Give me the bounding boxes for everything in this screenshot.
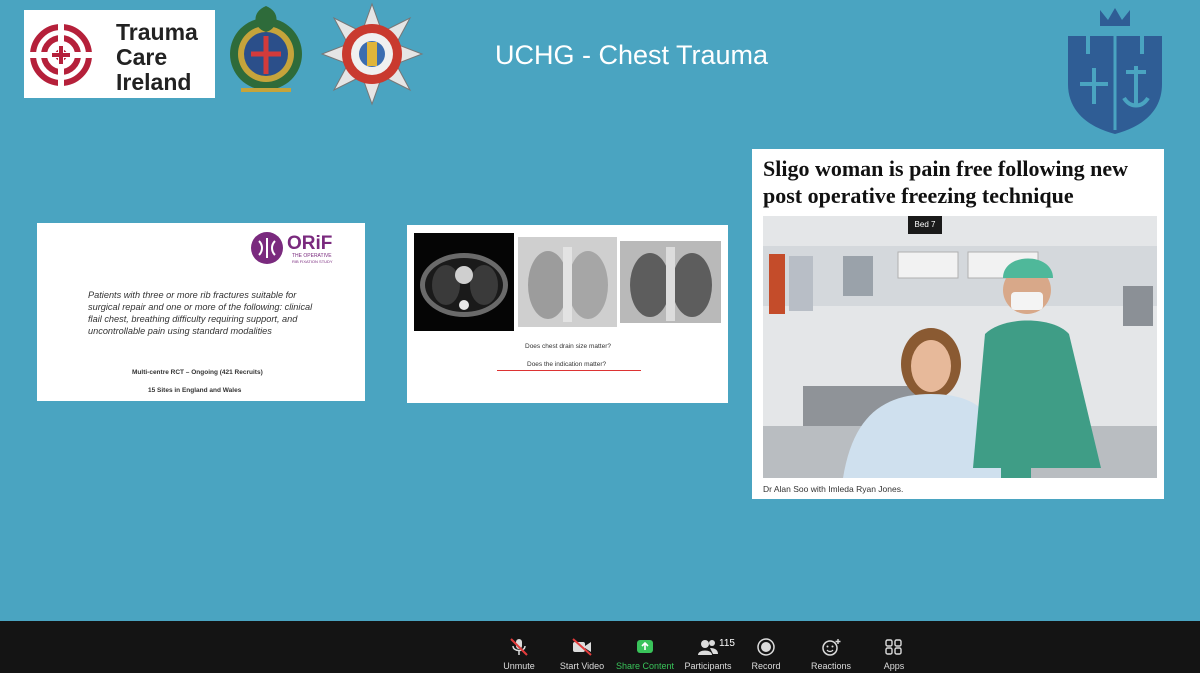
news-article-slide: Sligo woman is pain free following new p… xyxy=(752,149,1164,499)
reactions-button[interactable]: Reactions xyxy=(806,621,856,673)
share-content-button[interactable]: Share Content xyxy=(616,621,674,673)
microphone-muted-icon xyxy=(510,638,528,656)
orif-logo: ORiF THE OPERATIVE RIB FIXATION STUDY xyxy=(251,232,333,264)
apps-icon xyxy=(885,639,902,655)
unmute-label: Unmute xyxy=(503,661,535,671)
fire-service-crest-icon xyxy=(320,2,424,106)
record-label: Record xyxy=(751,661,781,671)
record-button[interactable]: Record xyxy=(744,621,788,673)
hospital-photo-image xyxy=(763,216,1157,478)
share-content-label: Share Content xyxy=(616,661,675,671)
orif-description: Patients with three or more rib fracture… xyxy=(88,290,313,336)
chest-xray-image-2 xyxy=(620,241,721,323)
apps-label: Apps xyxy=(883,661,905,671)
unmute-button[interactable]: Unmute xyxy=(494,621,544,673)
reactions-label: Reactions xyxy=(810,661,852,671)
trauma-care-ireland-logo: Trauma Care Ireland xyxy=(24,10,215,98)
news-photo: Bed 7 xyxy=(763,216,1157,478)
start-video-label: Start Video xyxy=(559,661,605,671)
start-video-button[interactable]: Start Video xyxy=(556,621,608,673)
ct-scan-image xyxy=(414,233,514,331)
medical-crest-icon xyxy=(230,6,302,92)
logo-line-1: Trauma xyxy=(116,19,198,45)
participants-icon xyxy=(698,640,718,655)
meeting-toolbar: Unmute Start Video Share Content Partici… xyxy=(0,621,1200,673)
drain-size-question: Does chest drain size matter? xyxy=(525,343,611,350)
indication-question: Does the indication matter? xyxy=(527,361,607,368)
university-shield-icon xyxy=(1068,8,1162,134)
slide-title: UCHG - Chest Trauma xyxy=(495,40,769,70)
record-icon xyxy=(757,638,775,656)
tci-emblem-icon xyxy=(30,24,92,86)
orif-study-slide: ORiF THE OPERATIVE RIB FIXATION STUDY Pa… xyxy=(37,223,365,401)
share-screen-icon xyxy=(637,640,653,653)
news-headline: Sligo woman is pain free following new p… xyxy=(763,156,1129,208)
participants-label: Participants xyxy=(684,661,732,671)
bed-sign: Bed 7 xyxy=(908,216,942,234)
orif-logo-sub2: RIB FIXATION STUDY xyxy=(292,259,333,264)
orif-study-line: Multi-centre RCT – Ongoing (421 Recruits… xyxy=(132,369,263,376)
orif-logo-word: ORiF xyxy=(287,233,332,254)
chest-xray-image-1 xyxy=(518,237,617,327)
logo-line-2: Care xyxy=(116,44,168,70)
chest-drain-slide: Does chest drain size matter? Does the i… xyxy=(407,225,728,403)
apps-button[interactable]: Apps xyxy=(874,621,914,673)
orif-sites-line: 15 Sites in England and Wales xyxy=(148,387,242,394)
red-underline xyxy=(497,370,641,371)
participant-count-badge: 115 xyxy=(717,638,737,649)
news-caption: Dr Alan Soo with Imleda Ryan Jones. xyxy=(763,484,904,494)
logo-line-3: Ireland xyxy=(116,69,192,95)
video-off-icon xyxy=(572,638,592,656)
shared-slide: Trauma Care Ireland UCHG - Chest Trauma xyxy=(0,0,1200,621)
emoji-reaction-icon xyxy=(822,639,841,656)
